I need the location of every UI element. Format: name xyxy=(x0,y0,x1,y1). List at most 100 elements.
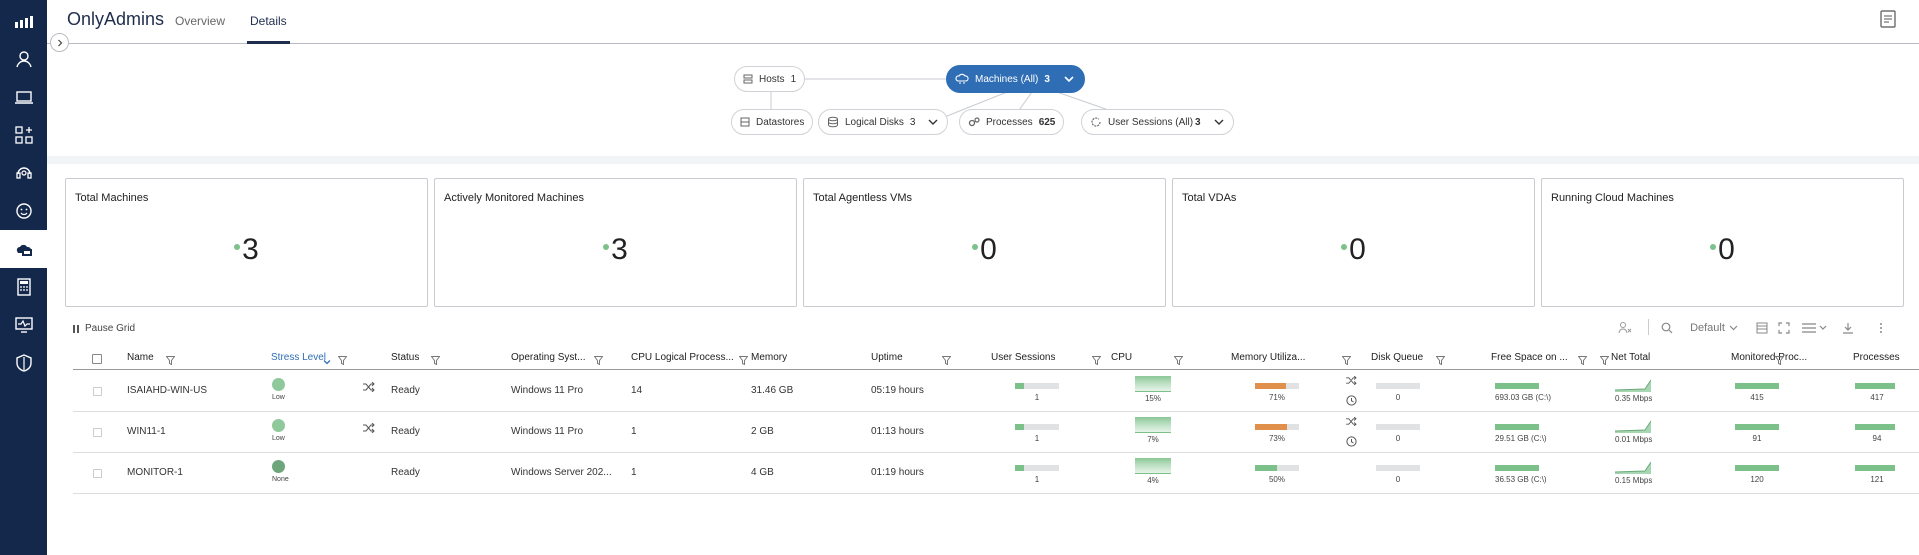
pause-grid-button[interactable]: Pause Grid xyxy=(73,323,135,334)
free-space-bar xyxy=(1495,424,1539,430)
row-checkbox[interactable] xyxy=(93,469,102,478)
monitor-pulse-icon[interactable] xyxy=(0,306,47,344)
card-total-machines[interactable]: Total Machines 3 xyxy=(65,178,428,307)
density-menu[interactable] xyxy=(1800,321,1828,335)
monitored-processes-value: 415 xyxy=(1750,393,1764,402)
column-header[interactable]: Memory Utiliza... xyxy=(1231,352,1305,363)
topology-node-machines[interactable]: Machines (All) 3 xyxy=(946,65,1085,93)
card-actively-monitored[interactable]: Actively Monitored Machines 3 xyxy=(434,178,797,307)
free-space-value: 29.51 GB (C:\) xyxy=(1495,434,1547,443)
select-all-checkbox[interactable] xyxy=(92,354,102,364)
sort-desc-icon[interactable] xyxy=(323,353,331,371)
processes-bar xyxy=(1855,465,1895,471)
column-header[interactable]: Processes xyxy=(1853,352,1900,363)
card-title: Total Agentless VMs xyxy=(813,192,913,204)
calculator-icon[interactable] xyxy=(0,268,47,306)
laptop-icon[interactable] xyxy=(0,78,47,116)
cpu-sparkline xyxy=(1135,376,1171,392)
download-icon[interactable] xyxy=(1841,321,1855,335)
filter-icon[interactable] xyxy=(430,352,441,370)
column-header[interactable]: Uptime xyxy=(871,352,903,363)
column-header[interactable]: CPU Logical Process... xyxy=(631,352,734,363)
filter-icon[interactable] xyxy=(1435,352,1446,370)
gears-icon xyxy=(968,117,980,127)
machine-name: MONITOR-1 xyxy=(127,467,183,478)
free-space-value: 36.53 GB (C:\) xyxy=(1495,475,1547,484)
column-header[interactable]: Disk Queue xyxy=(1371,352,1423,363)
topology-node-logical-disks[interactable]: Logical Disks 3 xyxy=(818,109,949,135)
cloud-folders-icon[interactable] xyxy=(0,230,47,268)
chevron-down-icon[interactable] xyxy=(927,117,939,127)
chevron-down-icon[interactable] xyxy=(1213,117,1225,127)
free-space-bar xyxy=(1495,383,1539,389)
tab-overview[interactable]: Overview xyxy=(175,14,225,44)
card-agentless-vms[interactable]: Total Agentless VMs 0 xyxy=(803,178,1166,307)
clock-icon[interactable] xyxy=(1346,395,1357,409)
column-header[interactable]: Operating Syst... xyxy=(511,352,585,363)
columns-icon[interactable] xyxy=(1755,321,1769,335)
column-header[interactable]: Status xyxy=(391,352,419,363)
disk-queue-bar xyxy=(1376,383,1420,389)
row-checkbox[interactable] xyxy=(93,428,102,437)
column-header[interactable]: Memory xyxy=(751,352,787,363)
column-header[interactable]: Stress Level xyxy=(271,352,326,363)
table-row[interactable]: MONITOR-1 None Ready Windows Server 202... 1… xyxy=(73,453,1919,494)
headset-icon[interactable] xyxy=(0,154,47,192)
column-header[interactable]: CPU xyxy=(1111,352,1132,363)
column-header[interactable]: Name xyxy=(127,352,154,363)
fullscreen-icon[interactable] xyxy=(1777,321,1791,335)
chevron-down-icon[interactable] xyxy=(1062,74,1076,84)
filter-icon[interactable] xyxy=(1341,352,1352,370)
column-header[interactable]: Free Space on ... xyxy=(1491,352,1568,363)
topology-connectors xyxy=(770,78,1138,121)
filter-icon[interactable] xyxy=(1774,352,1785,370)
column-header[interactable]: Net Total xyxy=(1611,352,1650,363)
filter-icon[interactable] xyxy=(1577,352,1588,370)
monitored-processes-bar-fill xyxy=(1735,383,1779,389)
clock-icon[interactable] xyxy=(1346,436,1357,450)
filter-icon[interactable] xyxy=(165,352,176,370)
processes-label: Processes xyxy=(986,116,1033,128)
filter-icon[interactable] xyxy=(1599,352,1610,370)
monitored-processes-value: 91 xyxy=(1752,434,1762,443)
topology-node-datastores[interactable]: Datastores xyxy=(731,109,814,135)
tab-details[interactable]: Details xyxy=(247,14,290,44)
card-running-cloud-machines[interactable]: Running Cloud Machines 0 xyxy=(1541,178,1904,307)
status-text: Ready xyxy=(391,467,420,478)
view-select[interactable]: Default xyxy=(1688,321,1740,335)
filter-icon[interactable] xyxy=(1091,352,1102,370)
table-row[interactable]: ISAIAHD-WIN-US Low Ready Windows 11 Pro 14 31… xyxy=(73,371,1919,412)
filter-icon[interactable] xyxy=(1173,352,1184,370)
more-options-icon[interactable] xyxy=(1876,321,1886,335)
apps-icon[interactable] xyxy=(0,116,47,154)
filter-icon[interactable] xyxy=(593,352,604,370)
filter-icon[interactable] xyxy=(941,352,952,370)
user-icon[interactable] xyxy=(0,40,47,78)
smiley-icon[interactable] xyxy=(0,192,47,230)
topology-node-processes[interactable]: Processes 625 xyxy=(959,109,1065,135)
topology-node-hosts[interactable]: Hosts 1 xyxy=(734,66,806,92)
cpu-value: 7% xyxy=(1147,435,1159,444)
user-filter-icon[interactable] xyxy=(1616,321,1634,335)
shuffle-icon[interactable] xyxy=(363,381,375,395)
filter-icon[interactable] xyxy=(337,352,348,370)
card-total-vdas[interactable]: Total VDAs 0 xyxy=(1172,178,1535,307)
shuffle-icon[interactable] xyxy=(1346,375,1357,388)
card-value: 0 xyxy=(1718,233,1735,266)
processes-value: 417 xyxy=(1870,393,1884,402)
row-checkbox[interactable] xyxy=(93,387,102,396)
shuffle-icon[interactable] xyxy=(363,422,375,436)
topology-node-user-sessions[interactable]: User Sessions (All) 3 xyxy=(1081,109,1234,135)
column-header[interactable]: Monitored Proc... xyxy=(1731,352,1807,363)
chart-bars-icon[interactable] xyxy=(0,2,47,40)
search-icon[interactable] xyxy=(1660,321,1674,335)
table-row[interactable]: WIN11-1 Low Ready Windows 11 Pro 1 2 GB 01:13 … xyxy=(73,412,1919,453)
column-header[interactable]: User Sessions xyxy=(991,352,1055,363)
filter-icon[interactable] xyxy=(738,352,749,370)
shuffle-icon[interactable] xyxy=(1346,416,1357,429)
report-icon[interactable] xyxy=(1879,10,1897,33)
monitored-processes-bar xyxy=(1735,465,1779,471)
shield-icon[interactable] xyxy=(0,344,47,382)
status-dot xyxy=(234,244,241,251)
disk-icon xyxy=(828,116,838,128)
